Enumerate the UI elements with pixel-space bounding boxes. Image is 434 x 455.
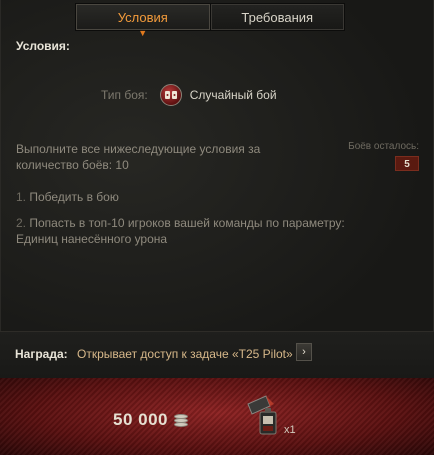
credits-reward: 50 000: [113, 410, 192, 430]
credits-value: 50 000: [113, 410, 168, 429]
reward-label: Награда:: [15, 347, 68, 361]
section-title: Условия:: [16, 39, 70, 53]
condition-number: 1.: [16, 190, 27, 204]
random-battle-icon: [159, 84, 182, 106]
quest-panel: Условия ▼ Требования Условия: Тип боя: С…: [0, 0, 434, 378]
condition-item: 2. Попасть в топ-10 игроков вашей команд…: [16, 215, 376, 247]
chevron-right-icon[interactable]: ›: [296, 343, 312, 361]
reward-strip: 50 000 x1: [0, 378, 434, 455]
credits-icon: [174, 412, 192, 428]
battles-left: Боёв осталось: 5: [313, 141, 419, 172]
tab-requirements-label: Требования: [241, 9, 314, 25]
tab-conditions-label: Условия: [117, 9, 168, 25]
reward-bar: Награда: Открывает доступ к задаче «T25 …: [0, 331, 434, 378]
condition-number: 2.: [16, 216, 27, 230]
tab-conditions[interactable]: Условия ▼: [76, 4, 211, 38]
battle-type-label: Тип боя:: [101, 88, 148, 102]
condition-item: 1. Победить в бою: [16, 189, 376, 205]
battle-type-value: Случайный бой: [189, 88, 277, 102]
condition-text: Попасть в топ-10 игроков вашей команды п…: [16, 216, 345, 246]
chevron-down-icon: ▼: [138, 28, 148, 38]
condition-text: Победить в бою: [29, 190, 119, 204]
battles-left-label: Боёв осталось:: [348, 141, 419, 152]
reward-link[interactable]: Открывает доступ к задаче «T25 Pilot»: [77, 347, 293, 361]
tab-requirements[interactable]: Требования: [210, 4, 344, 30]
battle-type: Тип боя: Случайный бой: [101, 84, 277, 106]
tabs: Условия ▼ Требования: [75, 3, 345, 38]
item-count: x1: [284, 424, 296, 436]
battles-left-badge: 5: [395, 156, 419, 171]
conditions-description: Выполните все нижеследующие условия за к…: [16, 142, 261, 172]
consumable-item-icon: [244, 394, 282, 438]
